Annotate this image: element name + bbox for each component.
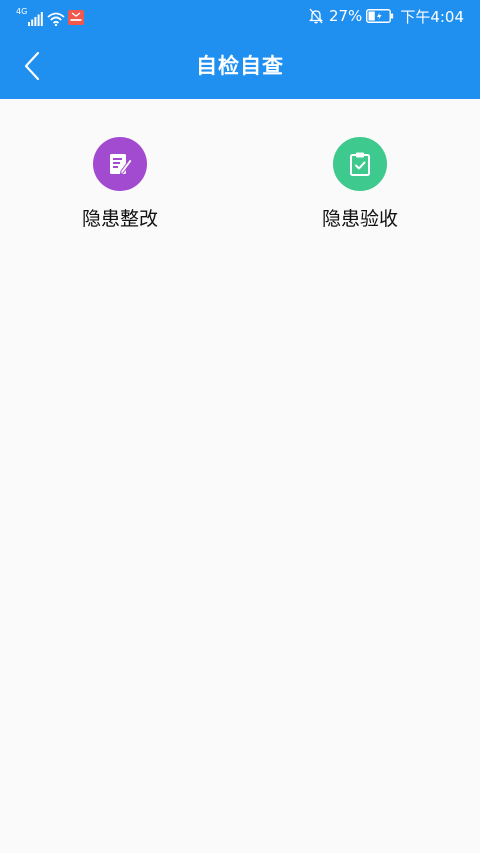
status-time: 下午4:04 [400,7,464,26]
signal-icon [28,12,44,26]
clipboard-check-icon [350,152,370,176]
menu-item-hazard-acceptance[interactable]: 隐患验收 [240,137,480,247]
network-type-label: 4G [16,7,28,16]
status-bar: 4G 27% 下午4:04 [0,0,480,33]
menu-item-label: 隐患验收 [321,208,398,230]
app-header: 自检自查 [0,33,480,99]
chevron-left-icon [24,51,40,81]
menu-item-hazard-rectification[interactable]: 隐患整改 [0,137,240,247]
battery-percent: 27% [328,7,363,25]
edit-document-icon [110,154,133,175]
status-left: 4G [16,6,85,26]
menu-grid: 隐患整改 隐患验收 [0,99,480,853]
menu-item-label: 隐患整改 [81,208,158,230]
hazard-rectification-icon-circle [93,137,147,191]
status-right: 27% 下午4:04 [308,5,464,27]
back-button[interactable] [14,48,50,84]
app-badge-icon [68,10,85,25]
battery-icon [366,9,394,23]
wifi-icon [47,12,65,26]
bell-off-icon [308,8,323,24]
hazard-acceptance-icon-circle [333,137,387,191]
page-title: 自检自查 [196,54,284,78]
